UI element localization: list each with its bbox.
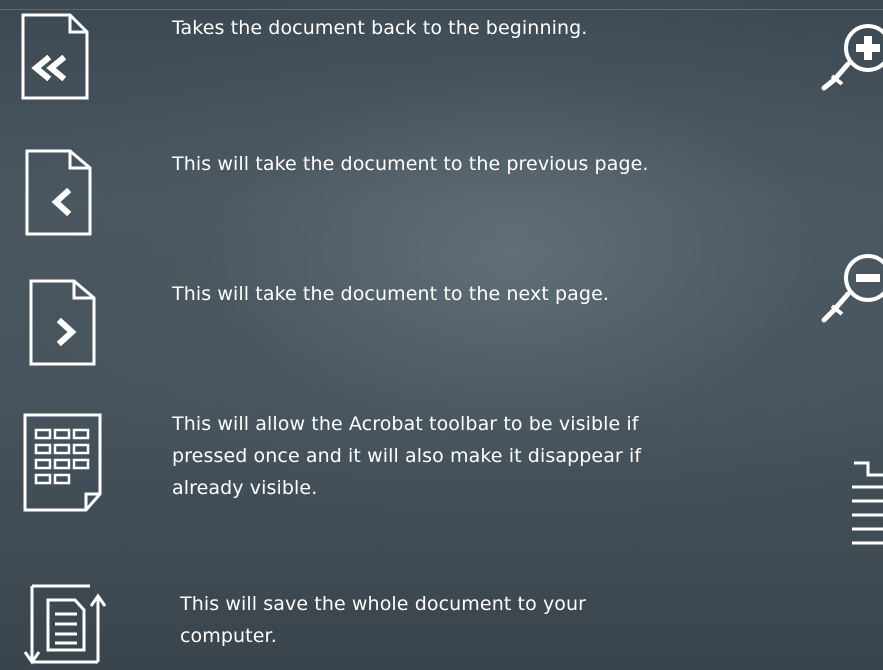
first-page-icon <box>21 13 89 100</box>
first-page-button[interactable] <box>20 12 90 102</box>
zoom-out-button[interactable] <box>818 248 883 328</box>
toolbar-toggle-description-line-1: This will allow the Acrobat toolbar to b… <box>172 413 639 435</box>
save-document-description-line-2: computer. <box>180 625 277 647</box>
zoom-in-button[interactable] <box>818 16 883 96</box>
zoom-out-icon <box>821 254 883 323</box>
previous-page-button[interactable] <box>24 148 94 238</box>
text-view-icon <box>852 461 883 545</box>
header-divider <box>0 9 883 10</box>
next-page-description: This will take the document to the next … <box>172 283 610 305</box>
save-document-description: This will save the whole document to you… <box>180 588 770 652</box>
save-document-button[interactable] <box>20 580 112 670</box>
zoom-in-icon <box>821 24 883 91</box>
first-page-description: Takes the document back to the beginning… <box>172 17 588 39</box>
toolbar-toggle-description-line-3: already visible. <box>172 477 318 499</box>
previous-page-description: This will take the document to the previ… <box>172 153 649 175</box>
toolbar-toggle-description: This will allow the Acrobat toolbar to b… <box>172 408 762 504</box>
text-view-button[interactable] <box>848 455 883 555</box>
toolbar-toggle-description-line-2: pressed once and it will also make it di… <box>172 445 642 467</box>
save-document-description-line-1: This will save the whole document to you… <box>180 593 587 615</box>
toolbar-toggle-button[interactable] <box>22 412 106 514</box>
next-page-icon <box>29 279 96 366</box>
next-page-button[interactable] <box>28 278 98 368</box>
previous-page-icon <box>25 149 92 236</box>
toolbar-toggle-icon <box>23 413 102 512</box>
save-document-icon <box>23 584 107 665</box>
